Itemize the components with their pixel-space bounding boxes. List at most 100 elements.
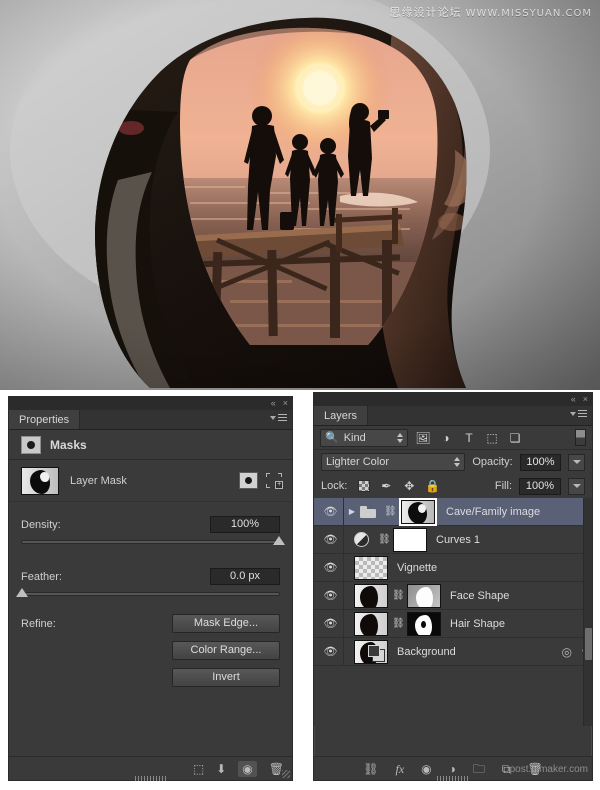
- opacity-dropdown-icon[interactable]: [568, 453, 585, 471]
- collapse-icon[interactable]: «: [571, 394, 576, 404]
- lock-all-icon[interactable]: 🔒: [425, 479, 440, 493]
- watermark-cn-text: 思缘设计论坛: [389, 6, 462, 19]
- close-icon[interactable]: ×: [583, 394, 588, 404]
- layer-row-hair-shape[interactable]: 👁 ⛓ Hair Shape: [314, 610, 592, 638]
- density-slider-thumb[interactable]: [273, 536, 285, 545]
- layer-style-icon[interactable]: fx: [396, 763, 405, 775]
- layers-panel-menu-icon[interactable]: [570, 410, 587, 417]
- properties-panel-menu-icon[interactable]: [270, 414, 287, 421]
- feather-group: Feather: 0.0 px: [9, 546, 292, 598]
- eye-icon: 👁: [323, 506, 338, 518]
- layer-mask-thumbnail[interactable]: [407, 611, 441, 636]
- eye-icon: 👁: [323, 590, 338, 602]
- properties-body: Layer Mask + Density: 100% Feather: 0.0 …: [9, 460, 292, 756]
- link-layers-icon[interactable]: ⛓: [363, 763, 378, 775]
- layer-list: 👁 ▶ ⛓ Cave/Family image 👁 ⛓ Curves 1 👁 V…: [314, 497, 592, 726]
- density-slider[interactable]: [21, 536, 285, 545]
- layer-list-scrollbar-thumb[interactable]: [585, 628, 592, 660]
- invert-button[interactable]: Invert: [172, 668, 280, 687]
- lock-row: Lock: ✒ ✥ 🔒 Fill: 100%: [314, 474, 592, 498]
- layer-mask-thumbnail[interactable]: [407, 583, 441, 608]
- filter-kind-select[interactable]: 🔍 Kind: [320, 428, 408, 447]
- group-expand-arrow-icon[interactable]: ▶: [344, 507, 360, 516]
- layers-tab-row: Layers: [314, 406, 592, 426]
- photoshop-screenshot: 思缘设计论坛 WWW.MISSYUAN.COM « × Properties Ma…: [0, 0, 600, 790]
- masks-section-header: Masks: [9, 430, 292, 460]
- layer-mask-row[interactable]: Layer Mask +: [9, 460, 292, 502]
- fill-label: Fill:: [494, 480, 512, 492]
- new-adjustment-layer-icon[interactable]: ◑: [449, 763, 456, 775]
- feather-value-field[interactable]: 0.0 px: [210, 568, 280, 585]
- load-selection-from-mask-icon[interactable]: ⬚: [193, 763, 204, 775]
- fill-value-field[interactable]: 100%: [519, 477, 561, 495]
- filter-shape-layers-icon[interactable]: ⬚: [484, 431, 500, 445]
- layer-row-cave-family-image[interactable]: 👁 ▶ ⛓ Cave/Family image: [314, 497, 592, 526]
- layer-thumbnail[interactable]: [354, 555, 388, 580]
- layer-visibility-toggle[interactable]: 👁: [318, 526, 344, 553]
- layer-thumbnail[interactable]: [354, 583, 388, 608]
- lock-transparent-pixels-icon[interactable]: [358, 480, 371, 492]
- layer-mask-thumbnail[interactable]: [393, 527, 427, 552]
- layer-row-face-shape[interactable]: 👁 ⛓ Face Shape: [314, 582, 592, 610]
- lock-position-icon[interactable]: ✥: [402, 479, 416, 493]
- layer-mask-label: Layer Mask: [70, 474, 127, 487]
- layer-visibility-toggle[interactable]: 👁: [318, 498, 344, 525]
- layer-visibility-toggle[interactable]: 👁: [318, 610, 344, 637]
- layer-effects-icon[interactable]: ◎: [562, 645, 572, 659]
- feather-slider[interactable]: [16, 588, 280, 597]
- mask-edge-button[interactable]: Mask Edge...: [172, 614, 280, 633]
- layer-row-curves-1[interactable]: 👁 ⛓ Curves 1: [314, 526, 592, 554]
- layer-thumbnail[interactable]: [354, 611, 388, 636]
- close-icon[interactable]: ×: [283, 398, 288, 408]
- filter-enable-toggle[interactable]: [575, 429, 586, 446]
- new-group-icon[interactable]: 🗀: [473, 763, 485, 775]
- layer-row-background[interactable]: 👁 Background ◎ ▾: [314, 638, 592, 666]
- layers-panel-footer: ⛓ fx ◉ ◑ 🗀 ⧉ 🗑: [314, 756, 592, 781]
- collapse-icon[interactable]: «: [271, 398, 276, 408]
- watermark-url-text: WWW.MISSYUAN.COM: [465, 8, 592, 19]
- search-icon: 🔍: [325, 432, 339, 444]
- layer-mask-thumbnail[interactable]: [21, 466, 59, 495]
- delete-layer-icon[interactable]: 🗑: [528, 763, 543, 775]
- pixel-mask-icon[interactable]: [239, 472, 258, 489]
- layer-visibility-toggle[interactable]: 👁: [318, 638, 344, 665]
- eye-icon: 👁: [323, 534, 338, 546]
- apply-mask-icon[interactable]: ⬇: [216, 763, 226, 775]
- curves-adjustment-icon: [354, 532, 369, 547]
- layer-visibility-toggle[interactable]: 👁: [318, 582, 344, 609]
- double-exposure-artwork: [0, 0, 600, 390]
- filter-pixel-layers-icon[interactable]: 🖼: [415, 431, 431, 445]
- chevron-updown-icon: [454, 457, 461, 467]
- properties-tab-row: Properties: [9, 410, 292, 430]
- layer-mask-thumbnail[interactable]: [399, 497, 437, 526]
- link-mask-icon[interactable]: ⛓: [392, 618, 405, 629]
- fill-dropdown-icon[interactable]: [568, 477, 585, 495]
- link-mask-icon[interactable]: ⛓: [384, 506, 397, 517]
- opacity-value-field[interactable]: 100%: [519, 453, 562, 471]
- lock-image-pixels-icon[interactable]: ✒: [379, 479, 393, 493]
- layer-visibility-toggle[interactable]: 👁: [318, 554, 344, 581]
- link-mask-icon[interactable]: ⛓: [392, 590, 405, 601]
- layer-list-scrollbar[interactable]: [583, 498, 592, 726]
- filter-type-layers-icon[interactable]: T: [461, 431, 477, 445]
- resize-grip-icon[interactable]: [282, 770, 290, 778]
- filter-smart-objects-icon[interactable]: ❏: [507, 431, 523, 445]
- new-layer-icon[interactable]: ⧉: [502, 763, 511, 775]
- blend-mode-select[interactable]: Lighter Color: [321, 453, 466, 471]
- panel-drag-grip[interactable]: [437, 776, 469, 781]
- vector-mask-icon[interactable]: +: [266, 473, 283, 489]
- smart-object-badge-icon: [368, 644, 385, 662]
- tab-layers[interactable]: Layers: [314, 406, 369, 425]
- refine-label: Refine:: [21, 618, 56, 630]
- link-mask-icon[interactable]: ⛓: [378, 534, 391, 545]
- add-layer-mask-icon[interactable]: ◉: [421, 763, 431, 775]
- panel-drag-grip[interactable]: [134, 776, 167, 781]
- layer-thumbnail[interactable]: [354, 639, 388, 664]
- layer-row-vignette[interactable]: 👁 Vignette: [314, 554, 592, 582]
- tab-properties[interactable]: Properties: [9, 410, 81, 429]
- toggle-mask-visibility-icon[interactable]: ◉: [238, 760, 257, 777]
- filter-adjustment-layers-icon[interactable]: ◑: [438, 431, 454, 445]
- density-value-field[interactable]: 100%: [210, 516, 280, 533]
- color-range-button[interactable]: Color Range...: [172, 641, 280, 660]
- feather-slider-thumb[interactable]: [16, 588, 28, 597]
